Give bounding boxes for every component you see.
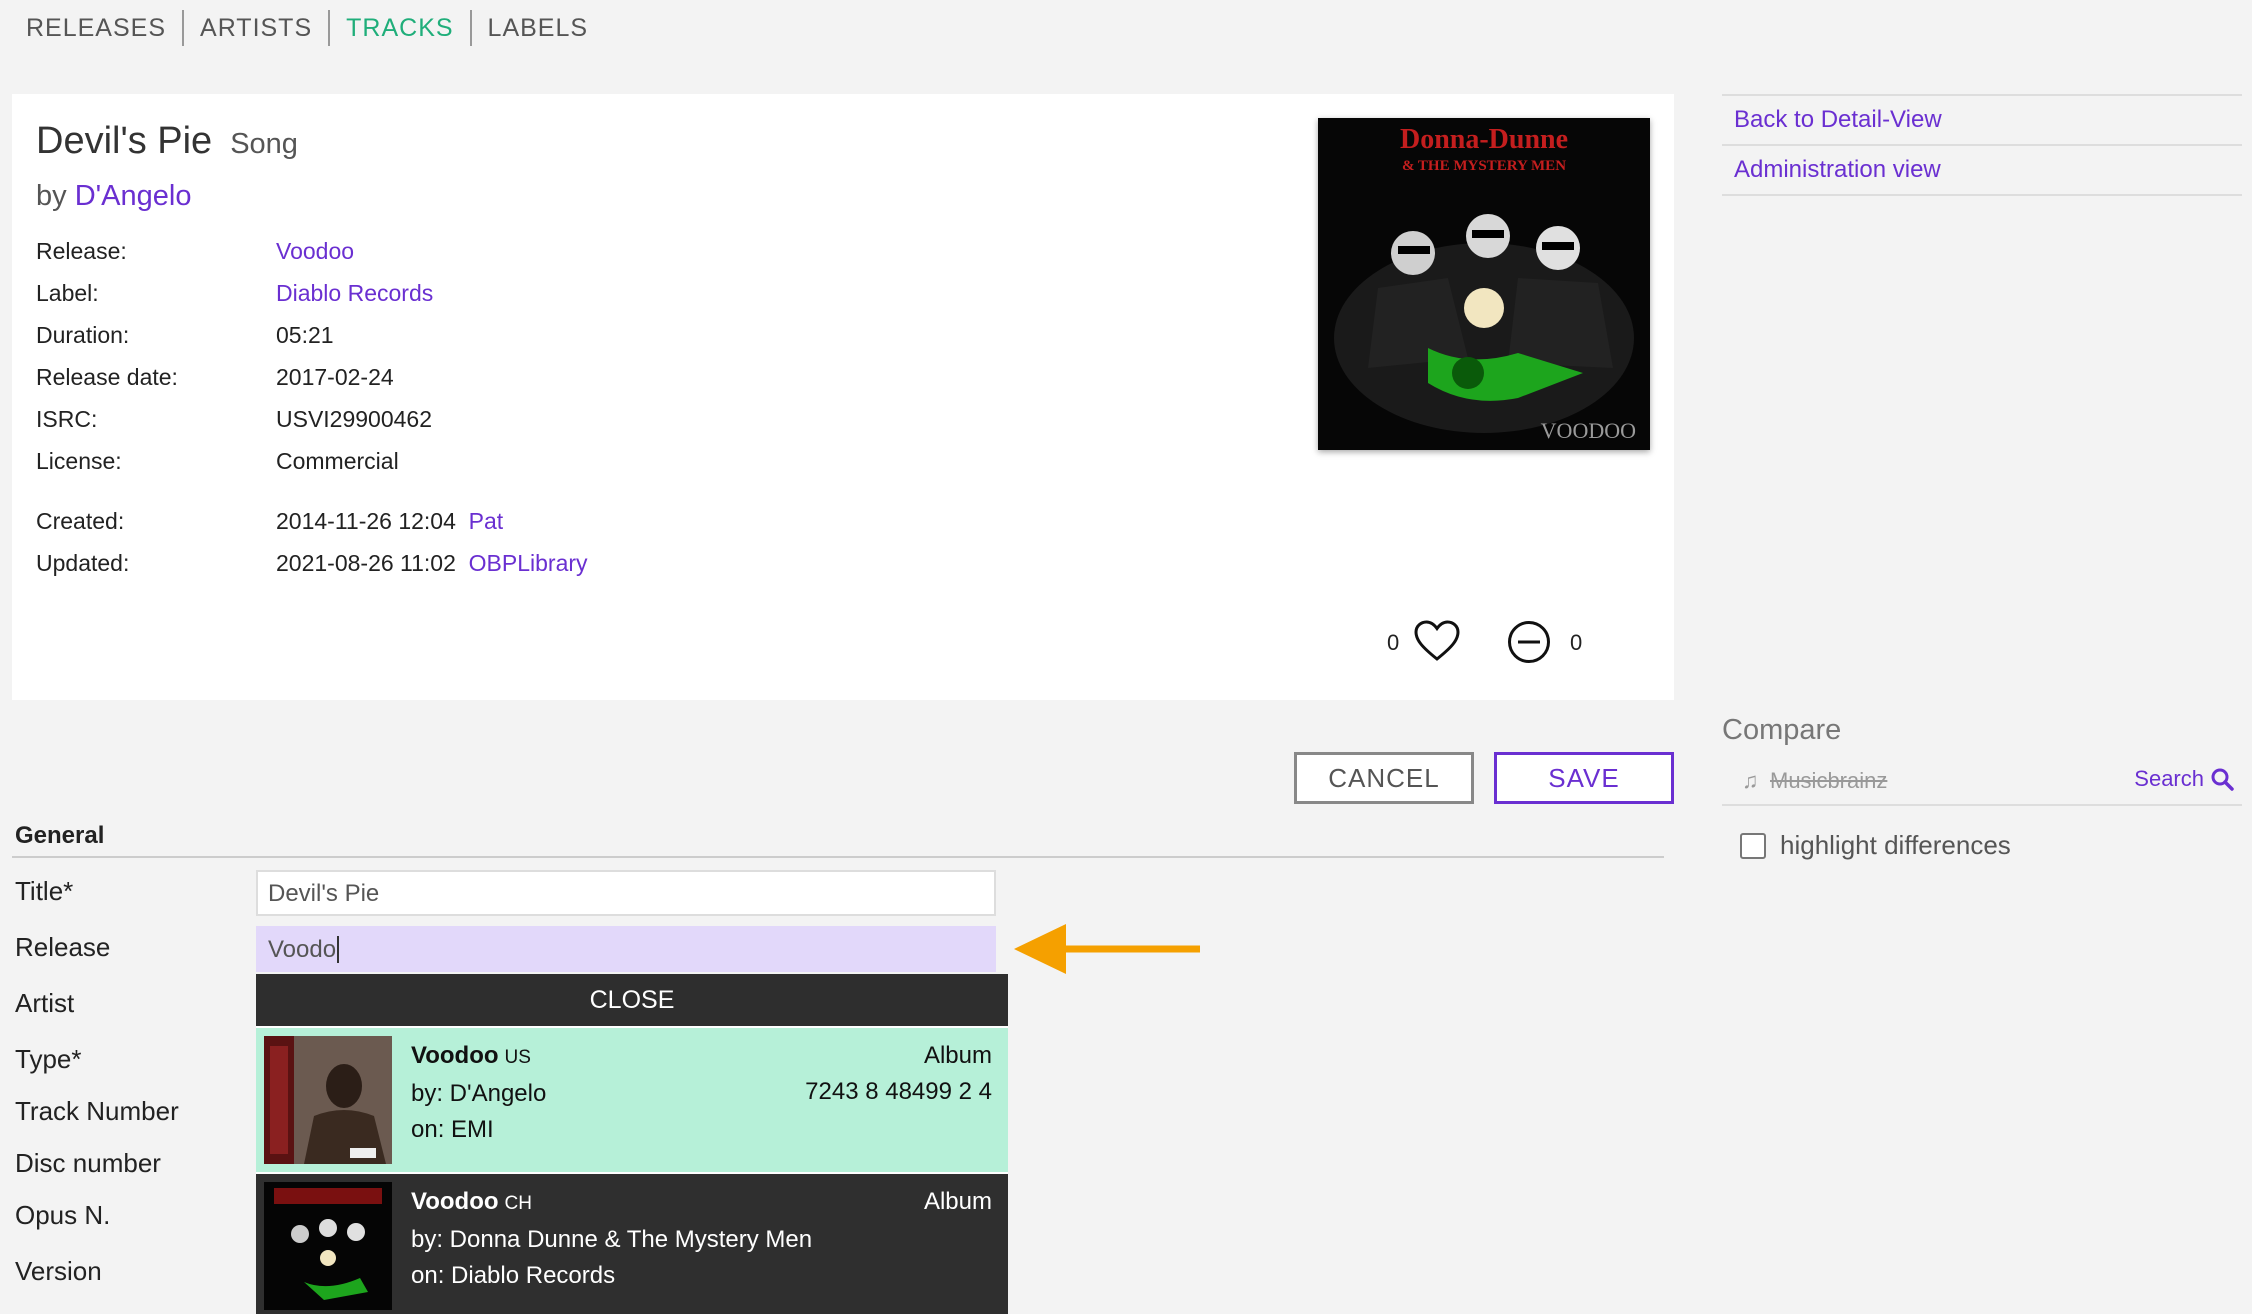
section-divider bbox=[12, 856, 1664, 858]
search-icon bbox=[2211, 768, 2234, 791]
highlight-differences-option[interactable]: highlight differences bbox=[1740, 830, 2011, 861]
main-nav: RELEASES ARTISTS TRACKS LABELS bbox=[26, 10, 604, 46]
meta-key: Created: bbox=[36, 508, 125, 534]
artist-link[interactable]: D'Angelo bbox=[75, 180, 192, 212]
music-note-icon: ♫ bbox=[1742, 768, 1759, 793]
release-link[interactable]: Voodoo bbox=[276, 238, 354, 265]
updated-date: 2021-08-26 11:02 bbox=[276, 550, 456, 576]
label-link[interactable]: Diablo Records bbox=[276, 280, 433, 307]
cover-title: Donna-Dunne bbox=[1400, 124, 1568, 155]
cover-footer: VOODOO bbox=[1541, 418, 1636, 443]
release-thumbnail bbox=[264, 1036, 392, 1164]
label-release: Release bbox=[15, 932, 111, 962]
suggestion-name: Voodoo bbox=[411, 1042, 499, 1069]
track-type: Song bbox=[230, 128, 298, 160]
compare-source-row: ♫ Musicbrainz Search bbox=[1722, 760, 2242, 806]
label-type: Type* bbox=[15, 1044, 82, 1074]
suggestion-artist: by: Donna Dunne & The Mystery Men bbox=[411, 1226, 813, 1253]
suggestion-code: 7243 8 48499 2 4 bbox=[805, 1078, 992, 1105]
suggestion-country: US bbox=[504, 1047, 531, 1068]
suggestion-kind: Album bbox=[923, 1188, 992, 1215]
cancel-button[interactable]: CANCEL bbox=[1294, 752, 1474, 804]
created-user-link[interactable]: Pat bbox=[469, 508, 504, 534]
suggestion-text: Voodoo CH by: Donna Dunne & The Mystery M… bbox=[411, 1184, 812, 1294]
back-to-detail-link[interactable]: Back to Detail-View bbox=[1722, 94, 2242, 144]
like-count: 0 bbox=[1387, 630, 1400, 655]
compare-search-button[interactable]: Search bbox=[2134, 766, 2234, 792]
meta-key: Label: bbox=[36, 280, 99, 306]
dislike-icon[interactable] bbox=[1507, 620, 1551, 669]
cover-image: Donna-Dunne & THE MYSTERY MEN VOODOO bbox=[1318, 118, 1650, 450]
meta-value: 05:21 bbox=[276, 322, 334, 348]
suggestion-kind: Album bbox=[923, 1042, 992, 1069]
nav-tracks[interactable]: TRACKS bbox=[328, 10, 469, 46]
arrow-left-icon bbox=[1014, 924, 1200, 974]
track-title: Devil's Pie bbox=[36, 120, 213, 162]
highlight-label: highlight differences bbox=[1780, 830, 2011, 860]
updated-user-link[interactable]: OBPLibrary bbox=[469, 550, 588, 576]
meta-key: License: bbox=[36, 448, 122, 474]
release-thumbnail bbox=[264, 1182, 392, 1310]
save-button[interactable]: SAVE bbox=[1494, 752, 1674, 804]
meta-key: Updated: bbox=[36, 550, 130, 576]
search-label: Search bbox=[2134, 766, 2204, 791]
compare-source: Musicbrainz bbox=[1770, 768, 1888, 793]
label-title: Title* bbox=[15, 876, 74, 906]
meta-value: Commercial bbox=[276, 448, 399, 474]
by-prefix: by bbox=[36, 180, 67, 212]
nav-releases[interactable]: RELEASES bbox=[26, 10, 182, 46]
label-disc-number: Disc number bbox=[15, 1148, 161, 1178]
highlight-checkbox[interactable] bbox=[1740, 832, 1766, 859]
label-track-number: Track Number bbox=[15, 1096, 179, 1126]
suggestion-item[interactable]: Voodoo US by: D'Angelo on: EMI Album 7243… bbox=[256, 1026, 1008, 1172]
meta-key: Duration: bbox=[36, 322, 130, 348]
release-suggestions: CLOSE Voodoo US by: D'Angelo on: EMI Albu… bbox=[256, 974, 1008, 1314]
release-input[interactable]: Voodo​ bbox=[256, 926, 996, 972]
title-input[interactable]: Devil's Pie bbox=[256, 870, 996, 916]
dangelo-cover-image bbox=[264, 1036, 392, 1164]
meta-key: ISRC: bbox=[36, 406, 98, 432]
cover-subtitle: & THE MYSTERY MEN bbox=[1402, 158, 1566, 174]
meta-key: Release: bbox=[36, 238, 127, 264]
suggestion-artist: by: D'Angelo bbox=[411, 1080, 547, 1107]
suggestion-text: Voodoo US by: D'Angelo on: EMI bbox=[411, 1038, 546, 1148]
track-detail-card: Devil's Pie Song by D'Angelo Release: Voo… bbox=[12, 94, 1674, 700]
donna-dunne-cover-image bbox=[264, 1182, 392, 1310]
section-general-title: General bbox=[15, 822, 105, 849]
suggestion-item[interactable]: Voodoo CH by: Donna Dunne & The Mystery M… bbox=[256, 1172, 1008, 1314]
heart-icon[interactable] bbox=[1414, 620, 1460, 667]
suggestion-label: on: Diablo Records bbox=[411, 1262, 616, 1289]
nav-artists[interactable]: ARTISTS bbox=[182, 10, 328, 46]
nav-labels[interactable]: LABELS bbox=[469, 10, 605, 46]
suggestion-meta: Album 7243 8 48499 2 4 bbox=[805, 1038, 992, 1110]
suggestion-name: Voodoo bbox=[411, 1188, 499, 1215]
close-suggestions-button[interactable]: CLOSE bbox=[256, 974, 1008, 1026]
label-version: Version bbox=[15, 1256, 102, 1286]
dislike-count: 0 bbox=[1570, 630, 1583, 655]
meta-value: 2017-02-24 bbox=[276, 364, 394, 390]
cover-art: Donna-Dunne & THE MYSTERY MEN VOODOO bbox=[1318, 118, 1650, 450]
label-opus: Opus N. bbox=[15, 1200, 111, 1230]
suggestion-meta: Album bbox=[924, 1184, 992, 1220]
administration-view-link[interactable]: Administration view bbox=[1722, 144, 2242, 196]
meta-value: USVI29900462 bbox=[276, 406, 433, 432]
release-input-value: Voodo bbox=[268, 936, 337, 963]
title-row: Devil's Pie Song bbox=[36, 120, 298, 163]
suggestion-label: on: EMI bbox=[411, 1116, 494, 1143]
created-date: 2014-11-26 12:04 bbox=[276, 508, 456, 534]
meta-value: 2014-11-26 12:04 Pat bbox=[276, 508, 503, 535]
compare-title: Compare bbox=[1722, 714, 1842, 746]
side-nav: Back to Detail-View Administration view bbox=[1722, 94, 2242, 196]
meta-key: Release date: bbox=[36, 364, 178, 390]
suggestion-country: CH bbox=[504, 1193, 532, 1214]
meta-value: 2021-08-26 11:02 OBPLibrary bbox=[276, 550, 588, 577]
text-cursor: ​ bbox=[337, 936, 340, 963]
byline: by D'Angelo bbox=[36, 180, 191, 213]
label-artist: Artist bbox=[15, 988, 75, 1018]
